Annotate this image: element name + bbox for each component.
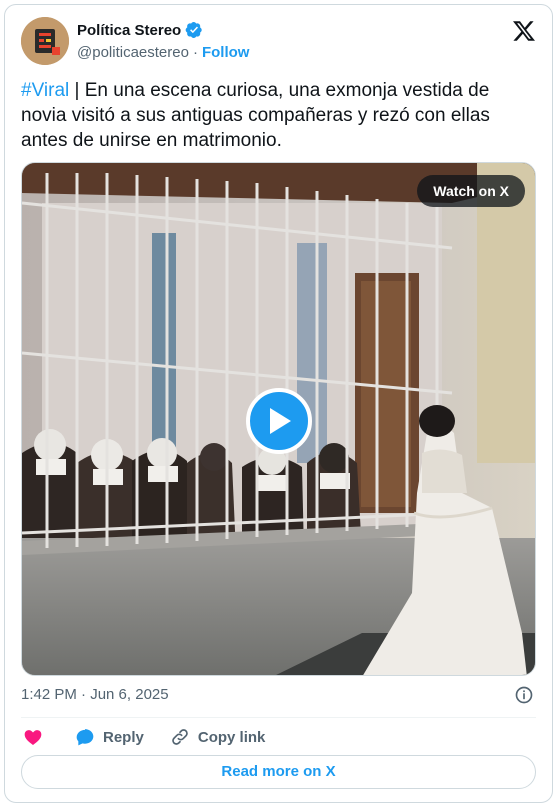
play-button[interactable]	[246, 388, 312, 454]
info-icon[interactable]	[514, 685, 534, 705]
author-name[interactable]: Política Stereo	[77, 22, 181, 39]
x-logo-icon[interactable]	[512, 19, 536, 43]
copy-link-button[interactable]: Copy link	[170, 727, 266, 747]
action-bar: Reply Copy link	[23, 725, 265, 749]
copy-link-label: Copy link	[197, 728, 266, 746]
reply-label: Reply	[103, 728, 144, 746]
author-avatar[interactable]	[21, 17, 69, 65]
reply-button[interactable]: Reply	[75, 727, 144, 747]
handle-separator: ·	[192, 44, 198, 61]
video-media[interactable]: Watch on X	[21, 162, 536, 676]
hashtag-link[interactable]: #Viral	[21, 80, 69, 101]
divider	[21, 717, 536, 718]
play-icon	[270, 408, 291, 434]
link-icon	[172, 729, 188, 745]
reply-bubble-icon	[76, 729, 94, 746]
tweet-card: Política Stereo @politicaestereo · Follo…	[4, 4, 553, 803]
read-more-button[interactable]: Read more on X	[21, 755, 536, 789]
tweet-body: | En una escena curiosa, una exmonja ves…	[21, 80, 490, 151]
tweet-text: #Viral | En una escena curiosa, una exmo…	[21, 78, 536, 153]
follow-button[interactable]: Follow	[202, 44, 250, 61]
heart-icon	[24, 730, 42, 745]
tweet-timestamp[interactable]: 1:42 PM · Jun 6, 2025	[21, 686, 169, 703]
like-button[interactable]	[23, 727, 43, 747]
author-handle[interactable]: @politicaestereo	[77, 44, 189, 61]
verified-badge-icon	[185, 21, 202, 39]
watch-on-x-button[interactable]: Watch on X	[417, 175, 525, 207]
politica-stereo-logo-icon	[21, 17, 69, 65]
